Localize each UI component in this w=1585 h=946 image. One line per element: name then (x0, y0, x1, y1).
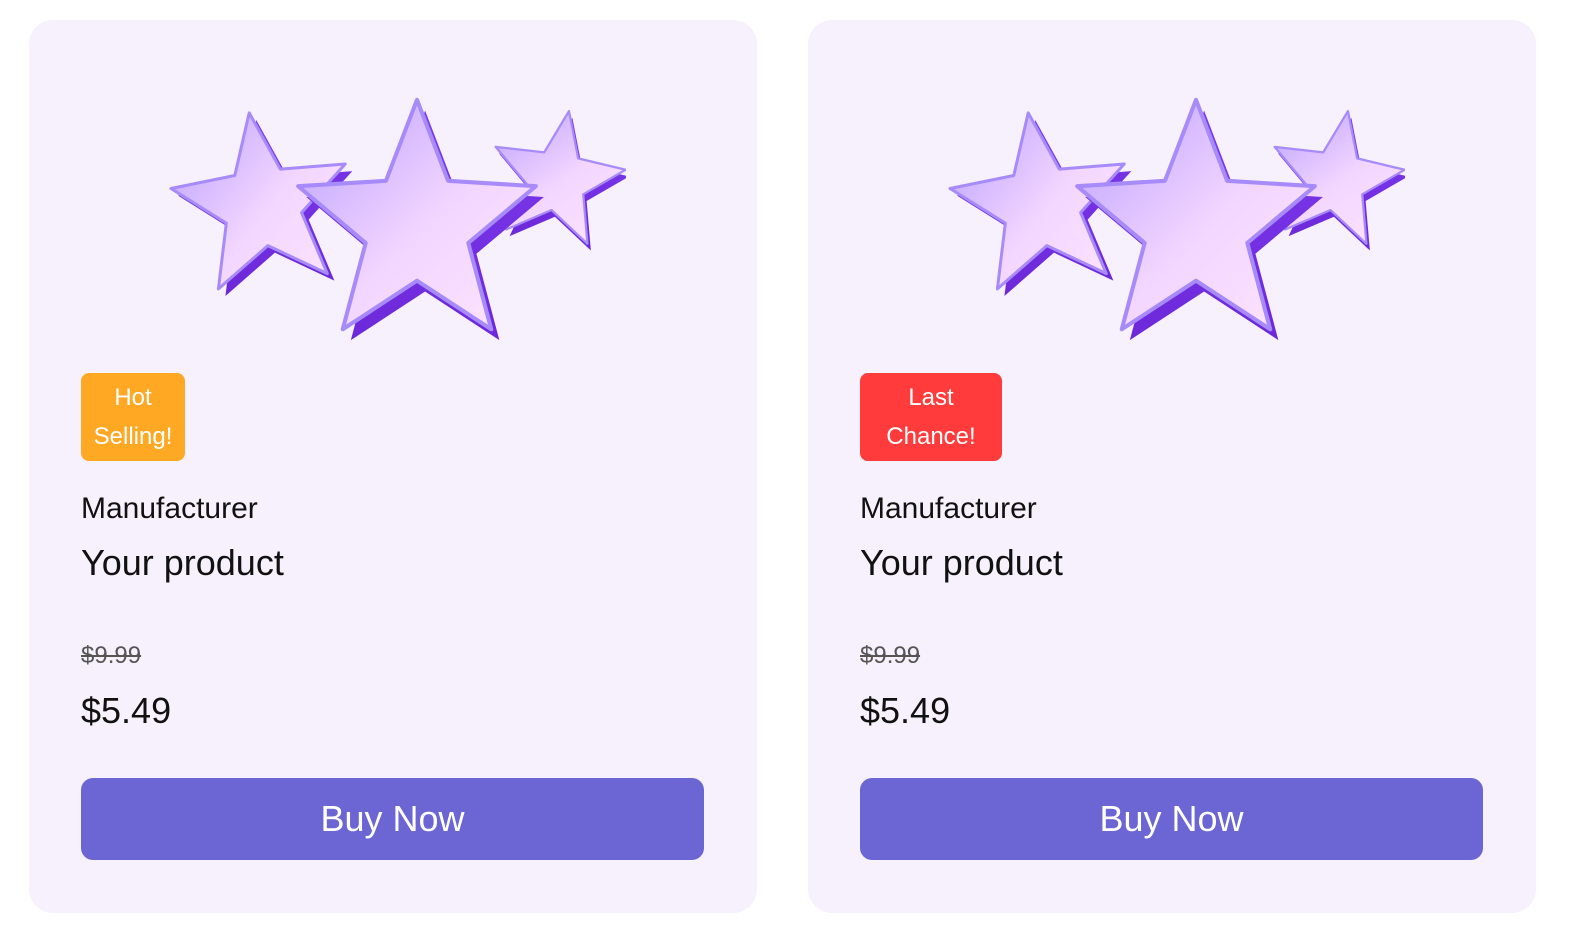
old-price: $9.99 (81, 642, 142, 669)
old-price: $9.99 (860, 642, 921, 669)
buy-now-button[interactable]: Buy Now (860, 778, 1483, 860)
product-cards: Hot Selling! Manufacturer Your product $… (0, 0, 1585, 946)
badge-line-2: Chance! (886, 423, 976, 450)
current-price: $5.49 (81, 690, 172, 731)
three-stars-icon (162, 84, 626, 366)
badge-line-1: Hot (114, 384, 152, 411)
product-name: Your product (860, 542, 1063, 583)
product-card: Last Chance! Manufacturer Your product $… (808, 20, 1536, 913)
manufacturer-label: Manufacturer (860, 492, 1037, 525)
product-card: Hot Selling! Manufacturer Your product $… (29, 20, 757, 913)
badge-line-1: Last (908, 384, 954, 411)
manufacturer-label: Manufacturer (81, 492, 258, 525)
hot-selling-badge: Hot Selling! (81, 373, 185, 461)
buy-now-button[interactable]: Buy Now (81, 778, 704, 860)
product-name: Your product (81, 542, 284, 583)
three-stars-icon (941, 84, 1405, 366)
badge-line-2: Selling! (93, 423, 173, 450)
current-price: $5.49 (860, 690, 951, 731)
last-chance-badge: Last Chance! (860, 373, 1002, 461)
